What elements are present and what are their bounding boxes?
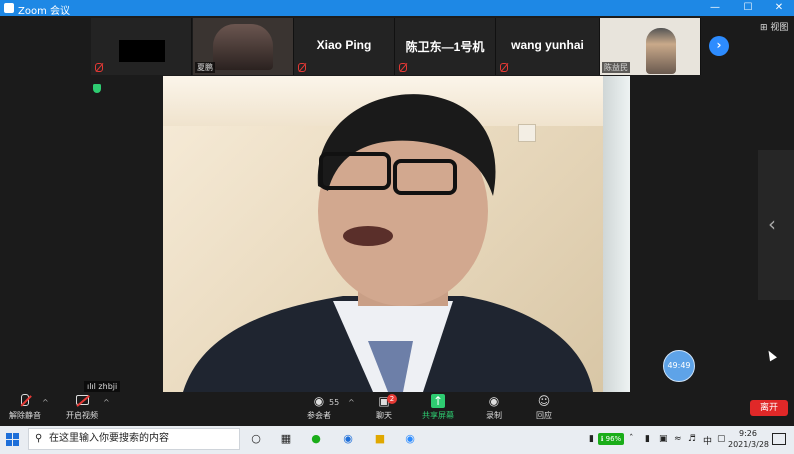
input-tray-icon[interactable]: ▢	[717, 434, 726, 444]
participant-name-tag: 夏鹏	[195, 62, 215, 73]
unmute-label: 解除静音	[9, 411, 41, 420]
participant-name: Xiao Ping	[316, 38, 372, 52]
participant-tile[interactable]: wang yunhai	[496, 18, 600, 75]
speaker-figure	[183, 94, 593, 392]
smile-icon: ☺	[537, 394, 551, 408]
volume-icon[interactable]: ♬	[688, 434, 696, 444]
zoom-app-icon	[4, 3, 14, 13]
clock-date: 2021/3/28	[728, 440, 770, 449]
participant-tile[interactable]: Xiao Ping	[294, 18, 395, 75]
participant-tile[interactable]: 陈卫东—1号机	[395, 18, 496, 75]
tray-app-icon[interactable]: ▮	[645, 434, 650, 444]
next-page-button[interactable]: ›	[709, 36, 729, 56]
participants-options-caret[interactable]: ^	[348, 398, 355, 407]
start-video-button[interactable]: 开启视频	[64, 394, 100, 421]
notification-icon[interactable]	[772, 433, 786, 445]
record-button[interactable]: ◉ 录制	[482, 394, 506, 421]
close-button[interactable]: ✕	[764, 1, 794, 15]
ime-indicator[interactable]: 中	[703, 434, 712, 447]
mic-off-icon	[500, 63, 508, 72]
file-explorer-icon[interactable]: ■	[372, 431, 388, 447]
cortana-icon[interactable]: ○	[248, 431, 264, 447]
chat-unread-badge: 2	[387, 394, 397, 404]
zoom-taskbar-icon[interactable]: ◉	[402, 431, 418, 447]
network-icon[interactable]: ▣	[659, 434, 668, 444]
battery-icon[interactable]: ▮	[589, 434, 594, 444]
participant-name-tag: 陈益民	[602, 62, 630, 73]
participant-name: 陈卫东—1号机	[405, 40, 485, 54]
audio-options-caret[interactable]: ^	[42, 398, 49, 407]
leave-meeting-button[interactable]: 离开	[750, 400, 788, 416]
record-icon: ◉	[488, 394, 500, 408]
record-label: 录制	[486, 411, 502, 420]
participant-name: wang yunhai	[511, 38, 584, 52]
share-screen-button[interactable]: ↑ 共享屏幕	[420, 394, 456, 421]
recording-timer-badge[interactable]: 49:49	[663, 350, 695, 382]
window-titlebar: Zoom 会议 — ☐ ✕	[0, 0, 794, 17]
mic-off-icon	[95, 63, 103, 72]
chevron-up-icon[interactable]: ˆ	[629, 434, 634, 444]
minimize-button[interactable]: —	[700, 1, 730, 15]
search-placeholder: 在这里输入你要搜索的内容	[49, 433, 169, 444]
window-title: Zoom 会议	[18, 6, 71, 17]
mouse-cursor	[765, 348, 777, 362]
mic-off-icon	[298, 63, 306, 72]
participant-tile[interactable]	[91, 18, 192, 75]
wechat-icon[interactable]: ●	[308, 431, 324, 447]
participants-count: 55	[329, 398, 340, 407]
participant-tile[interactable]: 夏鹏	[193, 18, 294, 75]
browser-icon[interactable]: ◉	[340, 431, 356, 447]
mic-off-icon	[399, 63, 407, 72]
reactions-button[interactable]: ☺ 回应	[532, 394, 556, 421]
participants-label: 参会者	[307, 411, 331, 420]
participant-tile[interactable]: 陈益民	[600, 18, 701, 75]
people-icon: ◉	[313, 394, 325, 408]
active-speaker-video	[163, 76, 630, 392]
encryption-shield-icon[interactable]	[93, 84, 101, 93]
network-status-chip: ılıl zhbji	[84, 381, 121, 392]
task-view-icon[interactable]: ▦	[278, 431, 294, 447]
clock-time: 9:26	[739, 429, 757, 438]
video-options-caret[interactable]: ^	[103, 398, 110, 407]
chevron-left-icon: ‹	[768, 212, 776, 236]
chat-label: 聊天	[376, 411, 392, 420]
mic-off-icon	[18, 394, 32, 408]
view-button[interactable]: ⊞ 视图	[760, 20, 788, 33]
participant-video	[646, 28, 676, 74]
unmute-button[interactable]: 解除静音	[8, 394, 42, 421]
reactions-label: 回应	[536, 411, 552, 420]
share-icon: ↑	[431, 394, 445, 408]
side-panel-toggle[interactable]: ‹	[758, 150, 794, 300]
search-icon: ⚲	[35, 433, 43, 444]
share-screen-label: 共享屏幕	[422, 411, 454, 420]
maximize-button[interactable]: ☐	[733, 1, 763, 15]
participant-video	[213, 24, 273, 70]
blank-video	[119, 40, 165, 62]
wifi-icon[interactable]: ≈	[674, 434, 682, 444]
meeting-toolbar: 解除静音 ^ 开启视频 ^ ◉ 参会者 55 ^ ▣ 聊天 ↑ 共享屏幕 ◉ 录…	[0, 392, 794, 426]
taskbar-search-input[interactable]: ⚲ 在这里输入你要搜索的内容	[28, 428, 240, 450]
start-video-label: 开启视频	[66, 411, 98, 420]
participant-gallery-strip: 夏鹏 Xiao Ping 陈卫东—1号机 wang yunhai 陈益民 › ⊞…	[0, 16, 794, 76]
camera-off-icon	[75, 394, 90, 408]
windows-taskbar: ⚲ 在这里输入你要搜索的内容 ○ ▦ ● ◉ ■ ◉ ▮ ℹ 96% ˆ ▮ ▣…	[0, 426, 794, 454]
tray-status-pill[interactable]: ℹ 96%	[598, 433, 624, 445]
windows-start-icon[interactable]	[6, 433, 19, 446]
taskbar-clock[interactable]: 9:26 2021/3/28	[728, 428, 770, 450]
